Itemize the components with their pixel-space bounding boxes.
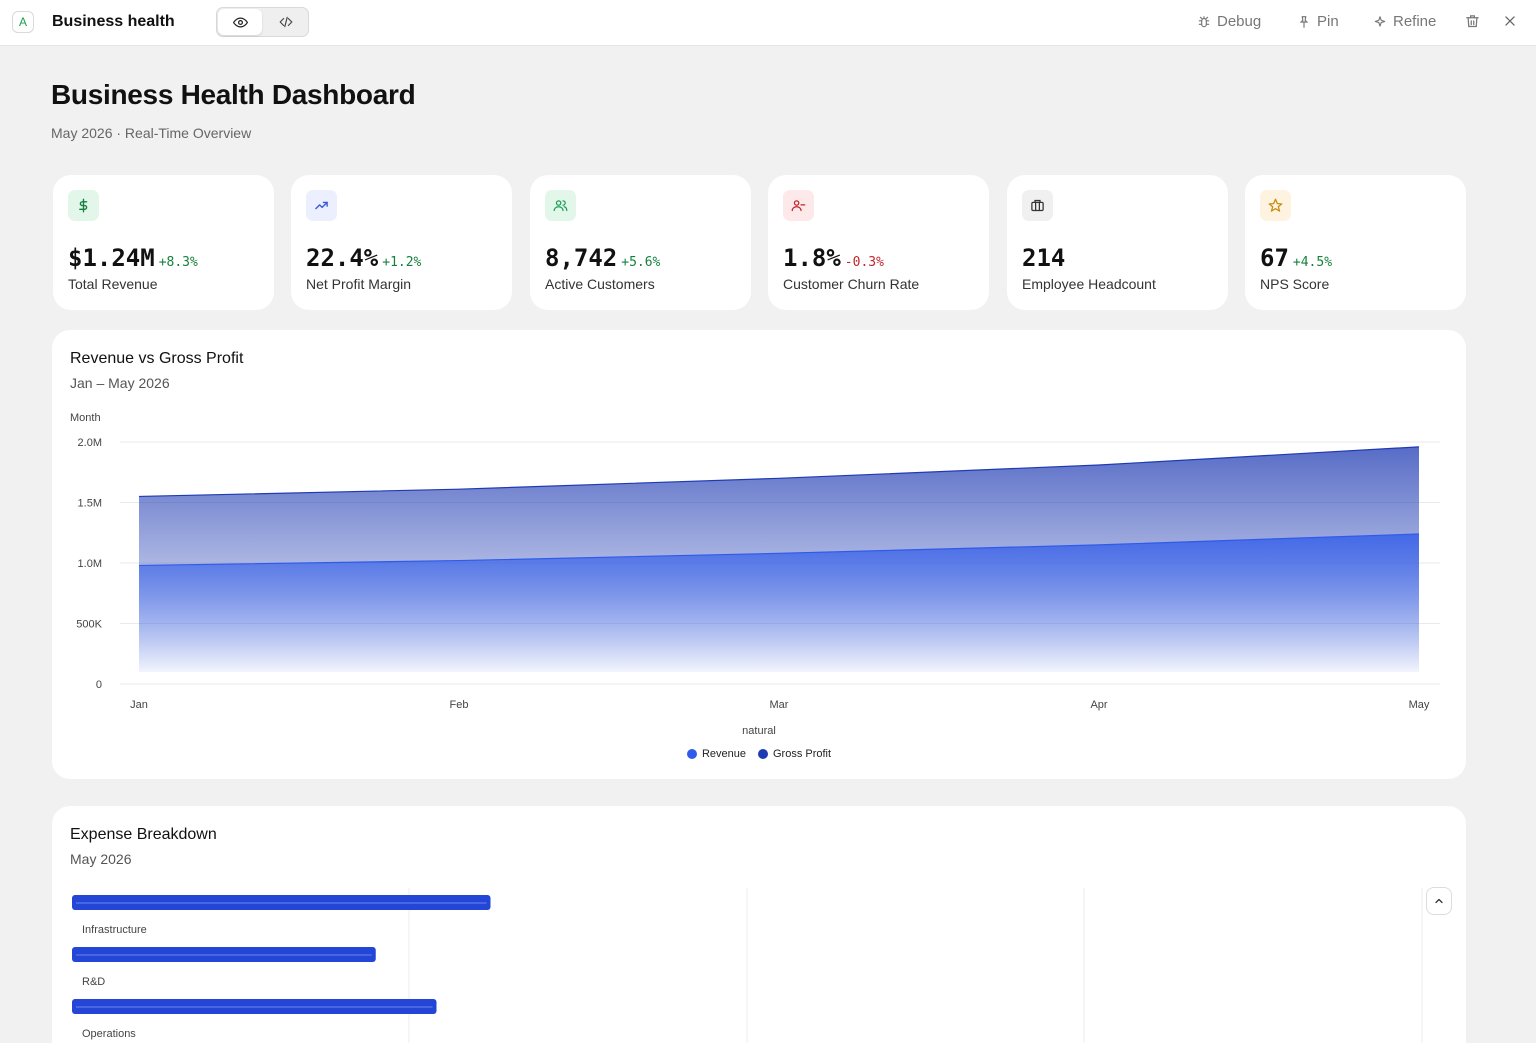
kpi-label: Employee Headcount — [1022, 276, 1156, 292]
expense-chart-panel: Expense Breakdown May 2026 Infrastructur… — [52, 806, 1466, 1043]
briefcase-icon — [1031, 199, 1044, 212]
legend-item-gross-profit[interactable]: Gross Profit — [757, 748, 832, 760]
code-toggle-button[interactable] — [264, 9, 308, 35]
area-chart: Month 0 500K 1.0M 1.5M 2.0M Jan Feb Mar Apr May nat… — [70, 412, 1440, 737]
delete-button[interactable] — [1465, 14, 1480, 34]
kpi-card-active-customers: 8,742 +5.6% Active Customers — [530, 175, 751, 310]
star-icon — [1268, 198, 1283, 212]
pin-button[interactable]: Pin — [1297, 13, 1339, 30]
kpi-card-net-profit-margin: 22.4% +1.2% Net Profit Margin — [291, 175, 512, 310]
x-axis-title: natural — [742, 725, 776, 737]
revenue-chart-panel: Revenue vs Gross Profit Jan – May 2026 M… — [52, 330, 1466, 779]
collapse-button[interactable] — [1426, 887, 1452, 915]
y-axis-title: Month — [70, 412, 101, 424]
kpi-label: Total Revenue — [68, 276, 158, 292]
code-icon — [279, 16, 293, 28]
trending-up-icon — [315, 201, 328, 210]
kpi-icon-wrap — [1022, 190, 1053, 221]
kpi-icon-wrap — [1260, 190, 1291, 221]
kpi-card-total-revenue: $1.24M +8.3% Total Revenue — [53, 175, 274, 310]
kpi-value: 1.8% -0.3% — [783, 244, 884, 272]
trash-icon — [1466, 15, 1479, 28]
kpi-delta: +4.5% — [1292, 255, 1333, 270]
kpi-delta: +8.3% — [158, 255, 198, 270]
kpi-label: Net Profit Margin — [306, 276, 412, 292]
kpi-card-employee-headcount: 214 Employee Headcount — [1007, 175, 1228, 310]
kpi-delta: -0.3% — [844, 255, 884, 270]
close-button[interactable] — [1503, 14, 1517, 33]
view-toggle — [216, 7, 309, 37]
kpi-delta: +1.2% — [382, 255, 422, 270]
expense-category-label: Infrastructure — [82, 924, 147, 936]
pin-label: Pin — [1317, 13, 1339, 30]
user-minus-icon — [791, 200, 806, 212]
kpi-icon-wrap — [68, 190, 99, 221]
expense-category-label: R&D — [82, 976, 105, 988]
legend-item-revenue[interactable]: Revenue — [686, 748, 746, 760]
app-badge: A — [12, 11, 34, 33]
y-tick-label: 1.5M — [78, 498, 102, 510]
kpi-card-customer-churn-rate: 1.8% -0.3% Customer Churn Rate — [768, 175, 989, 310]
kpi-value: 67 +4.5% — [1260, 244, 1333, 272]
kpi-icon-wrap — [306, 190, 337, 221]
legend-label: Revenue — [701, 748, 746, 760]
x-tick-label: Apr — [1090, 699, 1107, 711]
app-title: Business health — [52, 13, 175, 30]
kpi-value: $1.24M +8.3% — [68, 244, 198, 272]
x-tick-label: Feb — [450, 699, 469, 711]
kpi-icon-wrap — [545, 190, 576, 221]
bug-icon — [1198, 15, 1210, 27]
top-bar: A Business health Debug Pin Refine — [0, 0, 1536, 46]
y-tick-label: 2.0M — [78, 437, 102, 449]
debug-label: Debug — [1217, 13, 1262, 30]
kpi-value: 8,742 +5.6% — [545, 244, 661, 272]
legend-swatch-gross-profit — [757, 749, 768, 759]
y-tick-label: 500K — [76, 619, 102, 631]
kpi-value: 22.4% +1.2% — [306, 244, 422, 272]
legend-label: Gross Profit — [772, 748, 832, 760]
kpi-value: 214 — [1022, 244, 1066, 272]
expense-category-label: Operations — [82, 1028, 136, 1040]
users-icon — [553, 200, 568, 212]
sparkle-icon — [1374, 15, 1386, 27]
chart-legend: Revenue Gross Profit — [52, 748, 1466, 760]
expense-bar-chart: Infrastructure R&D Operations — [72, 888, 1423, 1043]
kpi-delta: +5.6% — [621, 255, 661, 270]
kpi-label: NPS Score — [1260, 276, 1330, 292]
close-icon — [1505, 16, 1515, 26]
kpi-label: Customer Churn Rate — [783, 276, 920, 292]
refine-label: Refine — [1393, 13, 1437, 30]
legend-swatch-revenue — [686, 749, 697, 759]
kpi-card-nps-score: 67 +4.5% NPS Score — [1245, 175, 1466, 310]
pin-icon — [1299, 15, 1309, 28]
dollar-icon — [79, 198, 88, 213]
kpi-icon-wrap — [783, 190, 814, 221]
y-tick-label: 0 — [96, 679, 102, 691]
y-tick-label: 1.0M — [78, 558, 102, 570]
x-tick-label: Jan — [130, 699, 148, 711]
chevron-up-icon — [1435, 898, 1443, 904]
preview-toggle-button[interactable] — [218, 9, 262, 35]
refine-button[interactable]: Refine — [1373, 13, 1436, 30]
kpi-label: Active Customers — [545, 276, 655, 292]
page-title: Business Health Dashboard — [51, 79, 416, 110]
page-subtitle: May 2026 · Real-Time Overview — [51, 125, 252, 141]
eye-icon — [232, 17, 248, 27]
debug-button[interactable]: Debug — [1197, 13, 1261, 30]
x-tick-label: May — [1409, 699, 1430, 711]
x-tick-label: Mar — [770, 699, 789, 711]
